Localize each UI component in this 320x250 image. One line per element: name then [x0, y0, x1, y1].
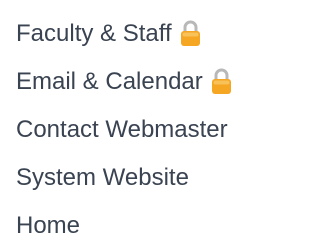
system-website-link[interactable]: System Website [16, 166, 189, 190]
faculty-staff-link[interactable]: Faculty & Staff [16, 20, 201, 47]
faculty-staff-label: Faculty & Staff [16, 20, 172, 47]
menu-item-contact-webmaster: Contact Webmaster [16, 106, 232, 154]
system-website-label: System Website [16, 164, 189, 191]
contact-webmaster-link[interactable]: Contact Webmaster [16, 118, 228, 142]
email-calendar-link[interactable]: Email & Calendar [16, 68, 232, 95]
lock-icon [211, 68, 231, 94]
menu-item-email-calendar: Email & Calendar [16, 58, 232, 106]
menu-item-system-website: System Website [16, 154, 232, 202]
home-link[interactable]: Home [16, 214, 80, 238]
utility-nav-menu: Faculty & Staff Email & Calendar Contact… [16, 10, 232, 250]
home-label: Home [16, 212, 81, 239]
email-calendar-label: Email & Calendar [16, 68, 203, 95]
lock-icon [180, 20, 200, 46]
menu-item-home: Home [16, 202, 232, 250]
menu-item-faculty-staff: Faculty & Staff [16, 10, 232, 58]
contact-webmaster-label: Contact Webmaster [16, 116, 228, 143]
